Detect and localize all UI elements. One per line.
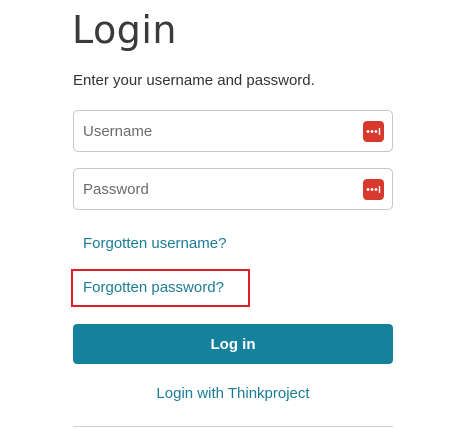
password-field	[73, 168, 393, 210]
password-input[interactable]	[83, 169, 363, 209]
login-button[interactable]: Log in	[73, 324, 393, 364]
dots-icon	[366, 127, 381, 135]
login-with-thinkproject-link[interactable]: Login with Thinkproject	[73, 385, 393, 402]
username-field	[73, 110, 393, 152]
password-manager-icon[interactable]	[363, 178, 384, 200]
divider	[73, 426, 393, 427]
password-manager-icon[interactable]	[363, 120, 384, 142]
forgotten-username-link[interactable]: Forgotten username?	[83, 235, 226, 252]
username-input[interactable]	[83, 111, 363, 151]
login-page: Login Enter your username and password. …	[0, 0, 476, 429]
login-instructions: Enter your username and password.	[73, 72, 315, 89]
page-title: Login	[72, 8, 178, 52]
dots-icon	[366, 185, 381, 193]
highlight-box	[71, 269, 250, 307]
